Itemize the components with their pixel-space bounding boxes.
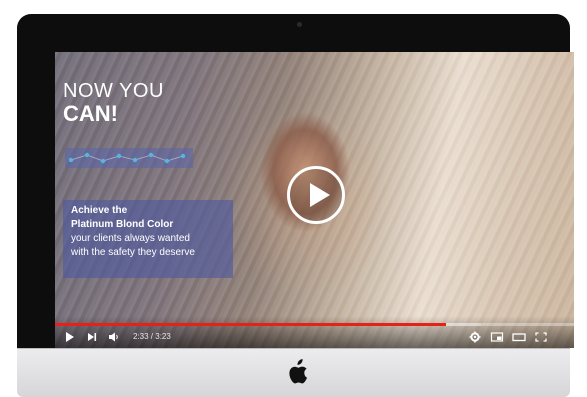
headline-line-1: NOW YOU [63, 80, 164, 102]
promo-line-4: with the safety they deserve [71, 247, 195, 258]
video-player[interactable]: NOW YOU CAN! Achieve the Platinum Blond … [55, 52, 574, 348]
play-triangle [310, 183, 330, 207]
play-icon[interactable] [63, 331, 77, 343]
player-controls: 2:33 / 3:23 [55, 316, 574, 348]
miniplayer-icon[interactable] [490, 331, 504, 343]
time-display: 2:33 / 3:23 [133, 332, 171, 341]
monitor-chin [17, 348, 570, 397]
fullscreen-icon[interactable] [534, 331, 548, 343]
gear-icon[interactable] [468, 331, 482, 343]
promo-panel: Achieve the Platinum Blond Color your cl… [63, 200, 233, 278]
video-headline: NOW YOU CAN! [63, 80, 164, 126]
promo-line-2: Platinum Blond Color [71, 219, 174, 230]
camera-dot [297, 22, 302, 27]
next-icon[interactable] [85, 331, 99, 343]
progress-played [55, 323, 446, 326]
promo-line-3: your clients always wanted [71, 233, 190, 244]
headline-line-2: CAN! [63, 101, 118, 126]
volume-icon[interactable] [107, 331, 121, 343]
decorative-dots [65, 148, 193, 168]
play-circle-icon[interactable] [287, 166, 345, 224]
theater-icon[interactable] [512, 331, 526, 343]
progress-bar[interactable] [55, 323, 574, 326]
promo-line-1: Achieve the [71, 205, 128, 216]
apple-logo-icon [289, 359, 307, 384]
